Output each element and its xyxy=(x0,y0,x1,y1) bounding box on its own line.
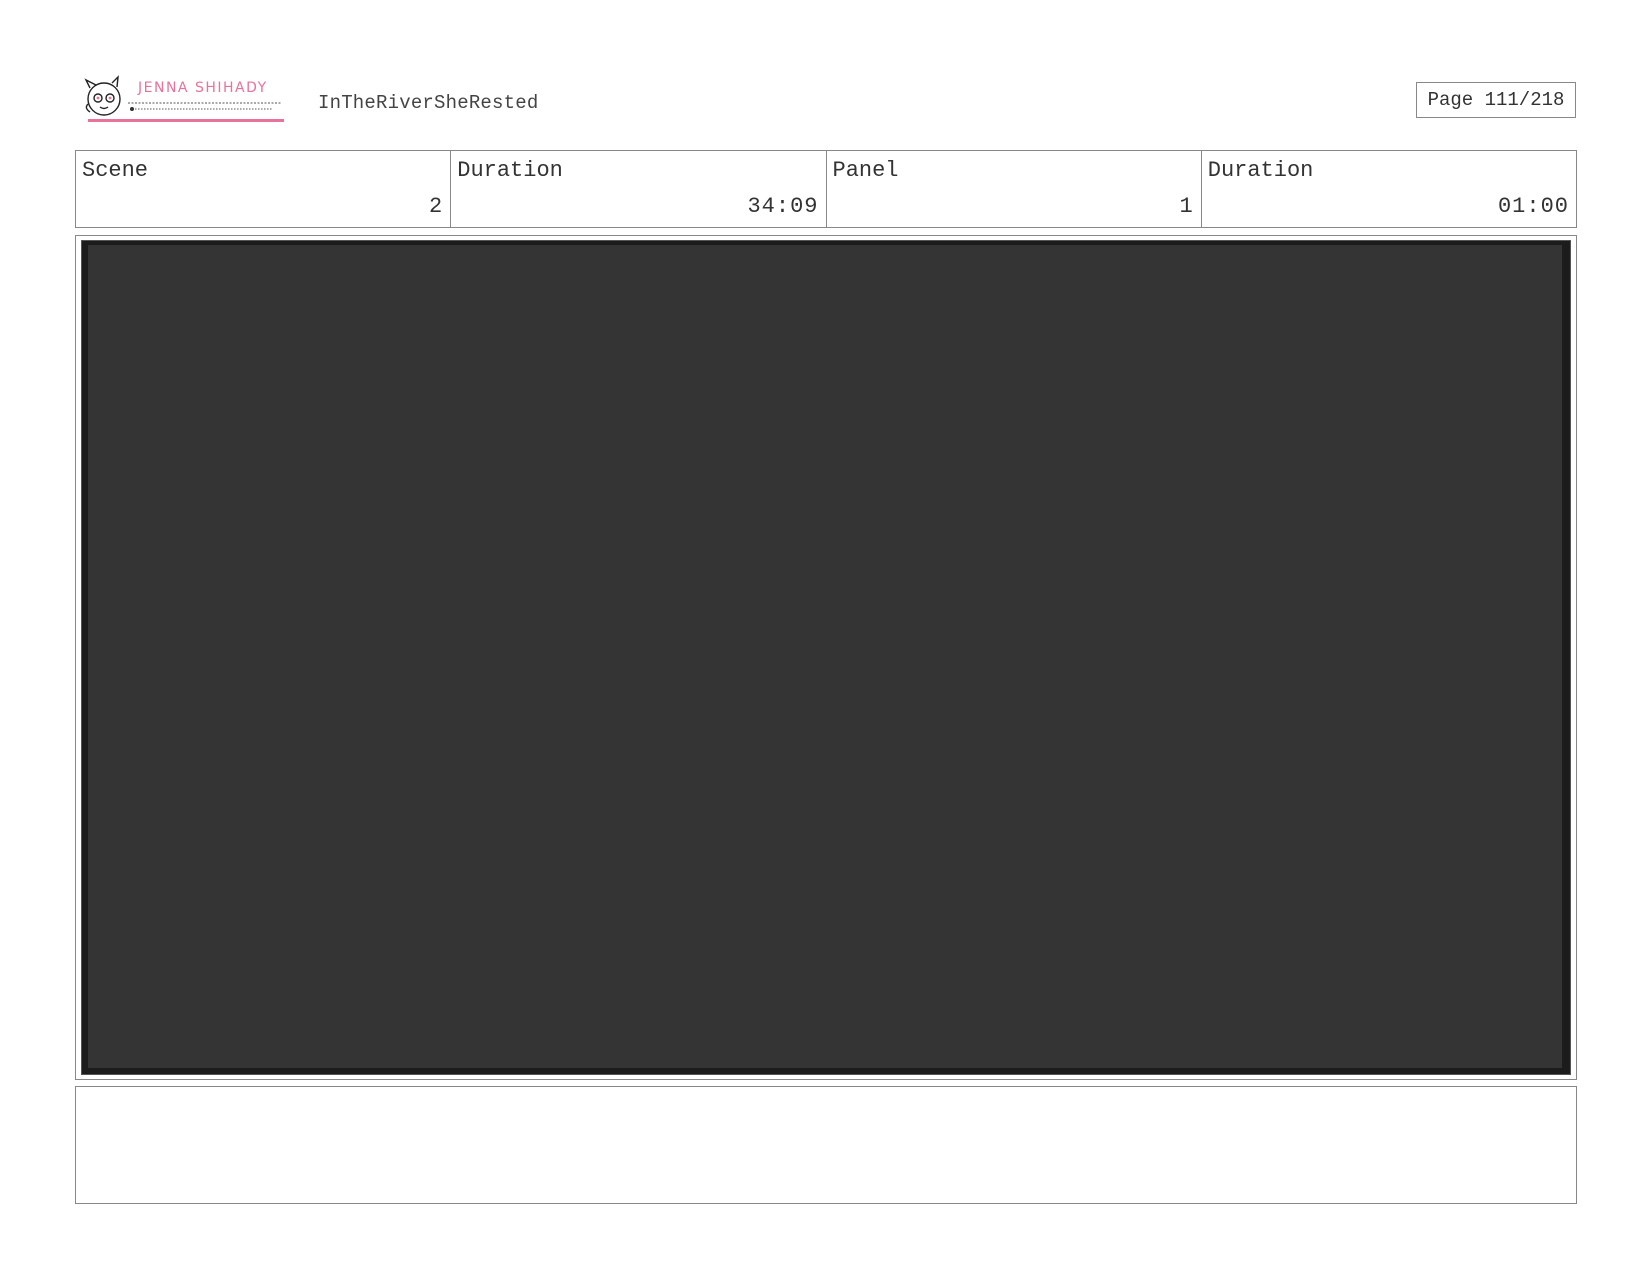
panel-duration-value: 01:00 xyxy=(1497,194,1569,219)
panel-value: 1 xyxy=(1179,194,1194,219)
logo-character-icon xyxy=(84,75,121,116)
scene-label: Scene xyxy=(82,158,149,183)
page-indicator: Page 111/218 xyxy=(1416,82,1576,118)
storyboard-panel-image xyxy=(81,240,1571,1075)
panel-label: Panel xyxy=(832,158,899,183)
scene-value: 2 xyxy=(429,194,444,219)
scene-duration-cell: Duration 34:09 xyxy=(451,151,827,227)
project-title: InTheRiverSheRested xyxy=(318,92,539,114)
panel-duration-label: Duration xyxy=(1207,158,1314,183)
panel-notes-box xyxy=(75,1086,1577,1204)
panel-image-fill xyxy=(88,245,1562,1068)
storyboard-panel-frame xyxy=(75,235,1577,1080)
logo-text: JENNA SHIHADY xyxy=(138,80,268,96)
panel-info-table: Scene 2 Duration 34:09 Panel 1 Duration … xyxy=(75,150,1577,228)
brand-logo: JENNA SHIHADY xyxy=(82,74,292,126)
panel-duration-cell: Duration 01:00 xyxy=(1202,151,1576,227)
scene-cell: Scene 2 xyxy=(76,151,452,227)
scene-duration-value: 34:09 xyxy=(747,194,819,219)
panel-cell: Panel 1 xyxy=(827,151,1202,227)
scene-duration-label: Duration xyxy=(457,158,563,183)
